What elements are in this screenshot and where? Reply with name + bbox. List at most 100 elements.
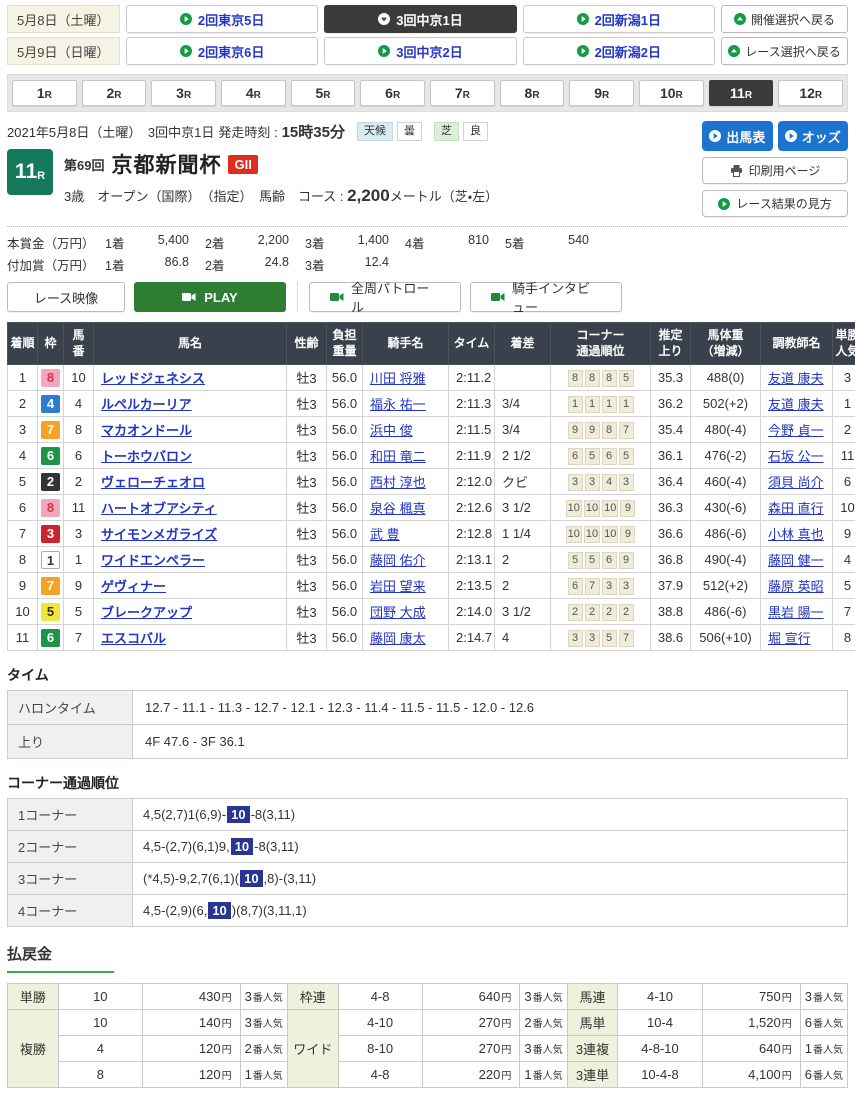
corner-position-box: 1 [585,396,600,413]
race-tab-11r[interactable]: 11R [709,80,774,106]
trainer-link[interactable]: 小林 真也 [768,527,824,542]
kaisai-button[interactable]: 2回東京5日 [126,5,318,33]
kaisai-button[interactable]: 2回東京6日 [126,37,318,65]
race-tab-8r[interactable]: 8R [500,80,565,106]
trainer-link[interactable]: 今野 貞一 [768,423,824,438]
trainer-cell: 藤原 英昭 [761,573,833,599]
race-tab-3r[interactable]: 3R [151,80,216,106]
trainer-link[interactable]: 藤原 英昭 [768,579,824,594]
trainer-link[interactable]: 友道 康夫 [768,397,824,412]
kaisai-button[interactable]: 2回新潟2日 [523,37,715,65]
prize-amount: 12.4 [337,255,389,274]
horse-name-link[interactable]: ゲヴィナー [101,579,166,594]
popularity-cell: 1番人気 [240,1062,287,1088]
horse-weight: 476(-2) [691,443,761,469]
finish-time: 2:14.0 [449,599,495,625]
finish-time: 2:11.9 [449,443,495,469]
jockey-link[interactable]: 藤岡 佑介 [370,553,426,568]
race-tab-9r[interactable]: 9R [569,80,634,106]
corner-order-table: 1コーナー4,5(2,7)1(6,9)-10-8(3,11)2コーナー4,5-(… [7,798,848,927]
trainer-cell: 友道 康夫 [761,391,833,417]
trainer-cell: 黒岩 陽一 [761,599,833,625]
race-tab-2r[interactable]: 2R [82,80,147,106]
jockey-link[interactable]: 福永 祐一 [370,397,426,412]
horse-name-link[interactable]: サイモンメガライズ [101,527,217,542]
frame-badge: 7 [41,577,60,595]
video-camera-icon [330,292,344,302]
trainer-link[interactable]: 堀 宣行 [768,631,811,646]
horse-name-link[interactable]: ルペルカーリア [101,397,192,412]
jockey-link[interactable]: 和田 竜二 [370,449,426,464]
grade-badge: GII [228,155,257,174]
carried-weight: 56.0 [327,495,363,521]
kaisai-button[interactable]: 3回中京2日 [324,37,516,65]
corner-position-box: 2 [619,604,634,621]
horse-name-link[interactable]: ヴェローチェオロ [101,475,205,490]
trainer-link[interactable]: 友道 康夫 [768,371,824,386]
play-button[interactable]: PLAY [134,282,286,312]
kaisai-button[interactable]: 3回中京1日 [324,5,516,33]
payout-amount-cell: 750円 [702,984,800,1010]
horse-name-link[interactable]: エスコバル [101,631,166,646]
race-video-button[interactable]: レース映像 [7,282,125,312]
result-row: 378マカオンドール牡356.0浜中 俊2:11.53/4998735.4480… [8,417,855,443]
popularity-cell: 1番人気 [520,1062,567,1088]
trainer-link[interactable]: 石坂 公一 [768,449,824,464]
back-button[interactable]: 開催選択へ戻る [721,5,848,33]
prize-place: 5着 [505,233,537,252]
horse-name-link[interactable]: ワイドエンペラー [101,553,205,568]
jockey-cell: 西村 淳也 [363,469,449,495]
jockey-link[interactable]: 浜中 俊 [370,423,413,438]
bet-type-cell: 複勝 [8,1010,59,1088]
jockey-link[interactable]: 団野 大成 [370,605,426,620]
horse-name-link[interactable]: トーホウバロン [101,449,192,464]
jockey-link[interactable]: 泉谷 楓真 [370,501,426,516]
circle-arrow-right-icon [718,198,730,210]
jockey-link[interactable]: 岩田 望来 [370,579,426,594]
race-tab-5r[interactable]: 5R [291,80,356,106]
race-tab-7r[interactable]: 7R [430,80,495,106]
jockey-link[interactable]: 川田 将雅 [370,371,426,386]
payout-amount-cell: 220円 [422,1062,520,1088]
race-tab-10r[interactable]: 10R [639,80,704,106]
time-row-label: ハロンタイム [8,691,133,725]
race-tab-4r[interactable]: 4R [221,80,286,106]
jockey-link[interactable]: 藤岡 康太 [370,631,426,646]
kaisai-button[interactable]: 2回新潟1日 [523,5,715,33]
kaisai-row: 5月8日（土曜）2回東京5日3回中京1日2回新潟1日 [7,5,715,33]
patrol-video-button[interactable]: 全周パトロール [309,282,461,312]
bet-type-cell: 馬単 [567,1010,618,1036]
horse-name-link[interactable]: ハートオブアシティ [101,501,217,516]
race-tab-6r[interactable]: 6R [360,80,425,106]
horse-name-link[interactable]: ブレークアップ [101,605,192,620]
trainer-link[interactable]: 須貝 尚介 [768,475,824,490]
race-header: 2021年5月8日（土曜） 3回中京1日 発走時刻 : 15時35分 天候 曇 … [7,121,848,217]
entry-table-button[interactable]: 出馬表 [702,121,773,151]
bet-type-cell: 馬連 [567,984,618,1010]
corner-positions: 3343 [551,469,651,495]
trainer-cell: 藤岡 健一 [761,547,833,573]
jockey-interview-button[interactable]: 騎手インタビュー [470,282,622,312]
jockey-link[interactable]: 西村 淳也 [370,475,426,490]
print-page-button[interactable]: 印刷用ページ [702,157,848,184]
race-tab-1r[interactable]: 1R [12,80,77,106]
trainer-link[interactable]: 黒岩 陽一 [768,605,824,620]
horse-name-link[interactable]: レッドジェネシス [101,371,205,386]
horse-weight: 512(+2) [691,573,761,599]
odds-button[interactable]: オッズ [778,121,849,151]
sex-age: 牡3 [287,495,327,521]
finish-position: 3 [8,417,38,443]
race-tab-12r[interactable]: 12R [778,80,843,106]
horse-name-link[interactable]: マカオンドール [101,423,192,438]
result-guide-button[interactable]: レース結果の見方 [702,190,848,217]
horse-number: 3 [64,521,94,547]
finish-time: 2:13.1 [449,547,495,573]
sex-age: 牡3 [287,365,327,391]
trainer-link[interactable]: 森田 直行 [768,501,824,516]
margin: 1 1/4 [495,521,551,547]
carried-weight: 56.0 [327,391,363,417]
back-button[interactable]: レース選択へ戻る [721,37,848,65]
result-row: 244ルペルカーリア牡356.0福永 祐一2:11.33/4111136.250… [8,391,855,417]
jockey-link[interactable]: 武 豊 [370,527,400,542]
trainer-link[interactable]: 藤岡 健一 [768,553,824,568]
